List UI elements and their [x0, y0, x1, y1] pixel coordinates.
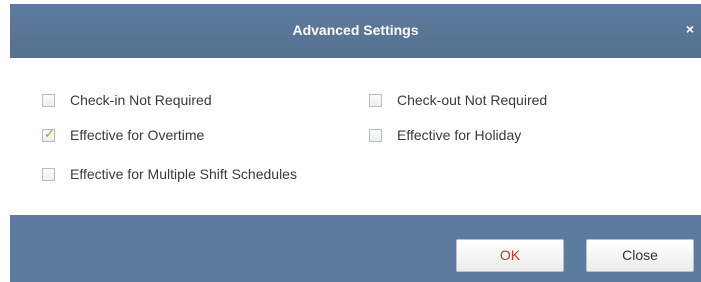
- option-effective-for-overtime[interactable]: ✓ Effective for Overtime: [42, 127, 204, 143]
- dialog-footer: OK Close: [10, 215, 701, 282]
- checkbox-check-out-not-required[interactable]: [369, 92, 383, 107]
- checkbox-effective-for-overtime[interactable]: ✓: [42, 126, 55, 142]
- checkbox-effective-for-multiple-shift-schedules[interactable]: [42, 166, 56, 181]
- close-button[interactable]: Close: [586, 239, 694, 272]
- option-check-out-not-required[interactable]: Check-out Not Required: [369, 92, 547, 108]
- dialog-title: Advanced Settings: [292, 22, 419, 38]
- check-icon: [370, 127, 383, 142]
- option-label: Effective for Holiday: [397, 127, 522, 143]
- dialog-titlebar: Advanced Settings ×: [10, 4, 701, 58]
- option-label: Check-out Not Required: [397, 92, 548, 108]
- check-icon: [370, 92, 383, 107]
- options-panel: Check-in Not Required Check-out Not Requ…: [10, 58, 701, 215]
- option-check-in-not-required[interactable]: Check-in Not Required: [42, 92, 212, 108]
- check-icon: [43, 92, 56, 107]
- checkbox-effective-for-holiday[interactable]: [369, 127, 383, 142]
- ok-button[interactable]: OK: [456, 239, 564, 272]
- option-label: Check-in Not Required: [70, 92, 212, 108]
- check-icon: ✓: [44, 126, 55, 142]
- checkbox-check-in-not-required[interactable]: [42, 92, 56, 107]
- advanced-settings-dialog: Advanced Settings × Check-in Not Require…: [10, 4, 701, 282]
- check-icon: [43, 166, 56, 181]
- close-icon[interactable]: ×: [683, 21, 697, 37]
- option-effective-for-multiple-shift-schedules[interactable]: Effective for Multiple Shift Schedules: [42, 166, 297, 182]
- option-effective-for-holiday[interactable]: Effective for Holiday: [369, 127, 521, 143]
- option-label: Effective for Overtime: [70, 127, 205, 143]
- option-label: Effective for Multiple Shift Schedules: [70, 166, 297, 182]
